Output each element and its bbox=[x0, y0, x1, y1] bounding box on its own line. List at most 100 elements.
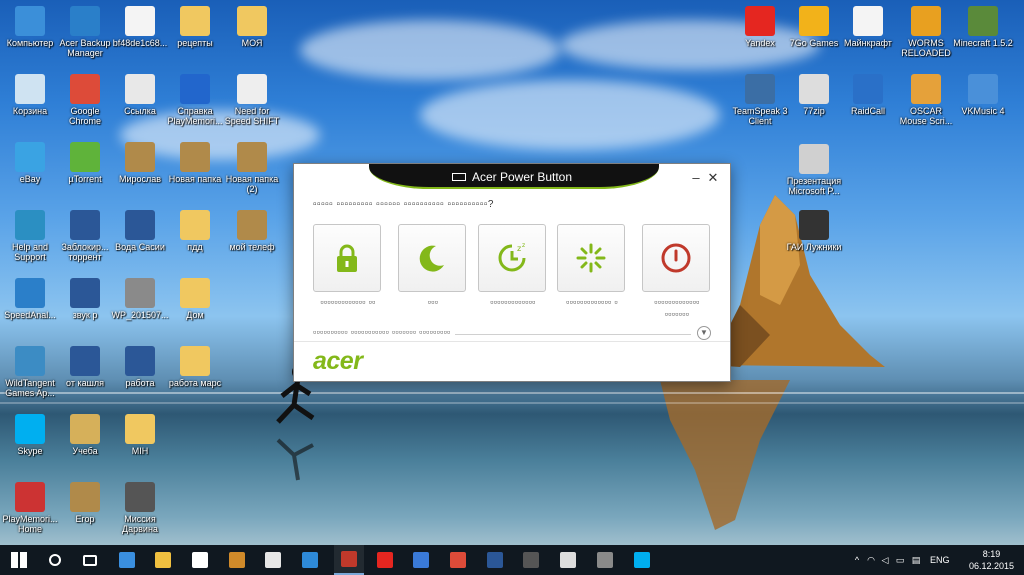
chevron-up-icon[interactable]: ^ bbox=[850, 555, 864, 565]
acer-power-app[interactable] bbox=[334, 545, 364, 575]
app-7[interactable] bbox=[258, 545, 288, 575]
store-app[interactable] bbox=[185, 545, 215, 575]
desktop-icon[interactable]: рецепты bbox=[165, 6, 225, 48]
desktop-icon-label: Корзина bbox=[12, 106, 48, 116]
desktop-icon-label: OSCAR Mouse Scri... bbox=[899, 106, 953, 126]
desktop-icon[interactable]: TeamSpeak 3 Client bbox=[730, 74, 790, 126]
desktop-icon[interactable]: Google Chrome bbox=[55, 74, 115, 126]
desktop-icon[interactable]: звук р bbox=[55, 278, 115, 320]
desktop-icon[interactable]: мой телеф bbox=[222, 210, 282, 252]
battery-icon[interactable]: ▭ bbox=[892, 555, 908, 566]
desktop-icon[interactable]: Егор bbox=[55, 482, 115, 524]
volume-icon[interactable]: ◁ bbox=[878, 555, 892, 566]
app-11[interactable] bbox=[406, 545, 436, 575]
desktop-icon[interactable]: Новая папка (2) bbox=[222, 142, 282, 194]
desktop-icon[interactable]: Миссия Дарвина bbox=[110, 482, 170, 534]
network-icon[interactable]: ◠ bbox=[864, 555, 878, 566]
desktop-icon-label: Skype bbox=[17, 446, 43, 456]
calculator-app[interactable] bbox=[553, 545, 583, 575]
desktop-icon[interactable]: eBay bbox=[0, 142, 60, 184]
desktop-icon[interactable]: Вода Сасии bbox=[110, 210, 170, 252]
powerpoint-icon bbox=[799, 144, 829, 174]
desktop-icon[interactable]: WORMS RELOADED bbox=[896, 6, 956, 58]
desktop-icon-label: Егор bbox=[75, 514, 95, 524]
tile-shutdown[interactable]: ▫▫▫▫▫▫▫▫▫▫▫▫▫ ▫▫▫▫▫▫▫ bbox=[642, 224, 712, 320]
edge-icon bbox=[119, 552, 135, 568]
system-tray: ^ ◠ ◁ ▭ ▤ ENG bbox=[850, 545, 950, 575]
desktop-icon[interactable]: PlayMemori... Home bbox=[0, 482, 60, 534]
chevron-down-icon[interactable]: ▼ bbox=[697, 326, 711, 340]
app-6[interactable] bbox=[222, 545, 252, 575]
task-view-button[interactable] bbox=[75, 545, 105, 575]
chrome-app[interactable] bbox=[443, 545, 473, 575]
tile-restart[interactable]: ▫▫▫▫▫▫▫▫▫▫▫▫▫ ▫ bbox=[557, 224, 627, 308]
close-button[interactable]: ✕ bbox=[706, 170, 720, 186]
app-icon bbox=[413, 552, 429, 568]
desktop-icon[interactable]: Учеба bbox=[55, 414, 115, 456]
desktop-icon-label: рецепты bbox=[177, 38, 213, 48]
search-button[interactable] bbox=[40, 545, 70, 575]
desktop-icon[interactable]: Корзина bbox=[0, 74, 60, 116]
desktop-icon[interactable]: Новая папка bbox=[165, 142, 225, 184]
desktop-icon[interactable]: Заблокир... торрент bbox=[55, 210, 115, 262]
edge-app[interactable] bbox=[112, 545, 142, 575]
word-app[interactable] bbox=[480, 545, 510, 575]
action-center-icon[interactable]: ▤ bbox=[908, 555, 924, 566]
tile-sleep[interactable]: ▫▫▫ bbox=[398, 224, 468, 308]
desktop-icon-label: µTorrent bbox=[68, 174, 102, 184]
desktop-icon[interactable]: WP_201507... bbox=[110, 278, 170, 320]
desktop-icon[interactable]: ГАИ Лужники bbox=[784, 210, 844, 252]
desktop-icon[interactable]: Дом bbox=[165, 278, 225, 320]
desktop-icon[interactable]: Skype bbox=[0, 414, 60, 456]
desktop-icon[interactable]: Yandex bbox=[730, 6, 790, 48]
desktop-icon[interactable]: SpeedAnal... bbox=[0, 278, 60, 320]
desktop-icon[interactable]: Help and Support bbox=[0, 210, 60, 262]
shutdown-icon bbox=[661, 243, 691, 273]
desktop-icon[interactable]: µTorrent bbox=[55, 142, 115, 184]
tile-hibernate[interactable]: z z ▫▫▫▫▫▫▫▫▫▫▫▫▫ bbox=[478, 224, 548, 308]
more-options-row[interactable]: ▫▫▫▫▫▫▫▫▫▫ ▫▫▫▫▫▫▫▫▫▫▫ ▫▫▫▫▫▫▫ ▫▫▫▫▫▫▫▫▫… bbox=[313, 326, 713, 340]
desktop-icon-label: TeamSpeak 3 Client bbox=[732, 106, 788, 126]
desktop-icon-label: WORMS RELOADED bbox=[901, 38, 951, 58]
desktop-icon[interactable]: Компьютер bbox=[0, 6, 60, 48]
acer-logo: acer bbox=[313, 347, 363, 375]
desktop-icon[interactable]: MIH bbox=[110, 414, 170, 456]
desktop-icon[interactable]: Майнкрафт bbox=[838, 6, 898, 48]
wallpaper-cliff-reflection bbox=[660, 380, 790, 530]
desktop-icon[interactable]: от кашля bbox=[55, 346, 115, 388]
desktop-icon[interactable]: работа bbox=[110, 346, 170, 388]
desktop-icon[interactable]: работа марс bbox=[165, 346, 225, 388]
desktop-icon[interactable]: Презентация Microsoft P... bbox=[784, 144, 844, 196]
desktop-icon[interactable]: 7Go Games bbox=[784, 6, 844, 48]
desktop-icon[interactable]: МОЯ bbox=[222, 6, 282, 48]
desktop-icon[interactable]: Ссылка bbox=[110, 74, 170, 116]
desktop-icon-label: 77zip bbox=[803, 106, 825, 116]
desktop-icon[interactable]: VKMusic 4 bbox=[953, 74, 1013, 116]
clock[interactable]: 8:19 06.12.2015 bbox=[969, 548, 1014, 572]
desktop-icon[interactable]: Acer Backup Manager bbox=[55, 6, 115, 58]
desktop-icon[interactable]: пдд bbox=[165, 210, 225, 252]
skype-app[interactable] bbox=[627, 545, 657, 575]
desktop-icon[interactable]: RaidCall bbox=[838, 74, 898, 116]
dialog-header: Acer Power Button – ✕ bbox=[294, 164, 730, 191]
start-button[interactable] bbox=[4, 545, 34, 575]
desktop-icon[interactable]: bf48de1c68... bbox=[110, 6, 170, 48]
desktop-icon[interactable]: WildTangent Games Ap... bbox=[0, 346, 60, 398]
app-16[interactable] bbox=[590, 545, 620, 575]
desktop-icon[interactable]: Справка PlayMemori... bbox=[165, 74, 225, 126]
minimize-button[interactable]: – bbox=[689, 170, 703, 185]
desktop-icon[interactable]: 77zip bbox=[784, 74, 844, 116]
desktop-icon[interactable]: Мирослав bbox=[110, 142, 170, 184]
yandex-app[interactable] bbox=[370, 545, 400, 575]
desktop-icon-label: Need for Speed SHIFT bbox=[224, 106, 280, 126]
desktop-icon[interactable]: Minecraft 1.5.2 bbox=[953, 6, 1013, 48]
desktop-icon[interactable]: OSCAR Mouse Scri... bbox=[896, 74, 956, 126]
desktop-icon[interactable]: Need for Speed SHIFT bbox=[222, 74, 282, 126]
explorer-app[interactable] bbox=[148, 545, 178, 575]
app-14[interactable] bbox=[516, 545, 546, 575]
desktop-icon-label: ГАИ Лужники bbox=[786, 242, 842, 252]
app-8[interactable] bbox=[295, 545, 325, 575]
acer-power-button-dialog: Acer Power Button – ✕ ▫▫▫▫▫ ▫▫▫▫▫▫▫▫▫ ▫▫… bbox=[293, 163, 731, 382]
tile-lock[interactable]: ▫▫▫▫▫▫▫▫▫▫▫▫▫ ▫▫ bbox=[313, 224, 383, 308]
language-indicator[interactable]: ENG bbox=[930, 555, 950, 565]
